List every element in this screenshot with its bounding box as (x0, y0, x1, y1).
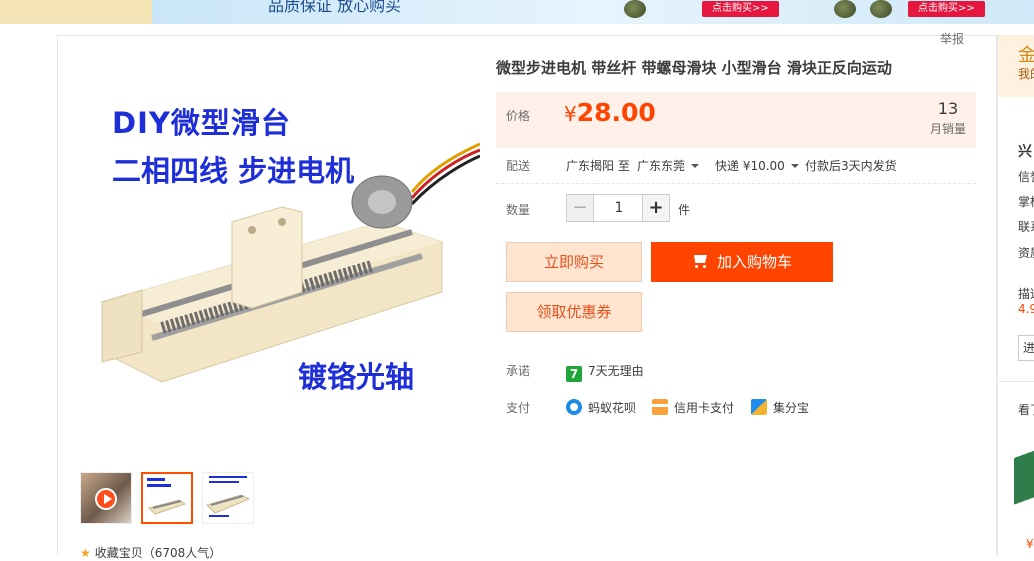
quantity-label: 数量 (506, 203, 531, 217)
banner-buy-button-1[interactable]: 点击购买>> (702, 1, 779, 17)
divider (496, 183, 976, 184)
gold-seller-sub: 我的 (1018, 67, 1034, 81)
sales-label: 月销量 (929, 122, 966, 136)
shop-rating: 4.9 (1018, 302, 1034, 316)
ship-to-select[interactable]: 广东东莞 (637, 157, 700, 174)
promise-7day[interactable]: 7 7天无理由 (566, 362, 644, 382)
chevron-down-icon (790, 164, 799, 168)
shop-sidebar: 金 我的 兴 信誉 掌柜 联系 资质 描述 4.9 进 看了 ¥ (997, 35, 1034, 555)
get-coupon-button[interactable]: 领取优惠券 (506, 292, 642, 332)
cart-icon (692, 255, 709, 269)
also-viewed-title: 看了 (1018, 403, 1034, 417)
thumbnail-1-image (147, 478, 187, 515)
payment-huabei-text: 蚂蚁花呗 (588, 401, 637, 415)
slide-table-illustration (101, 142, 480, 383)
thumbnail-2[interactable] (202, 472, 254, 524)
payment-label: 支付 (506, 401, 531, 415)
jifenbao-icon (751, 399, 767, 415)
top-banner[interactable]: 品质保证 放心购买 点击购买>> 点击购买>> (0, 0, 1034, 24)
add-to-cart-label: 加入购物车 (716, 253, 792, 271)
promise-text: 7天无理由 (588, 364, 644, 378)
play-icon (95, 488, 117, 510)
banner-gold-strip (0, 0, 152, 24)
shop-qualification: 资质 (1018, 246, 1034, 260)
sales-count: 13 (937, 99, 959, 118)
shop-name[interactable]: 兴 (1018, 141, 1032, 161)
chevron-down-icon (691, 164, 700, 168)
main-product-image[interactable]: DIY微型滑台 二相四线 步进电机 镀铬光轴 (82, 52, 480, 460)
product-title: 微型步进电机 带丝杆 带螺母滑块 小型滑台 滑块正反向运动 (496, 59, 892, 77)
seven-day-return-icon: 7 (566, 366, 582, 382)
enter-shop-button[interactable]: 进 (1018, 335, 1034, 361)
price-panel: 价格 ¥28.00 13 月销量 (496, 92, 976, 148)
banner-toy-image-2 (834, 0, 856, 18)
express-text: 快递 ¥10.00 (715, 159, 785, 173)
gold-seller-title: 金 (1018, 41, 1034, 67)
quantity-unit: 件 (678, 203, 691, 217)
thumbnail-1[interactable] (141, 472, 193, 524)
shop-credit: 信誉 (1018, 170, 1034, 184)
shop-desc-label: 描述 (1018, 287, 1034, 301)
report-link[interactable]: 举报 (940, 30, 964, 47)
divider (998, 381, 1034, 382)
banner-toy-image-3 (870, 0, 892, 18)
thumbnail-video[interactable] (80, 472, 132, 524)
express-select[interactable]: 快递 ¥10.00 (715, 157, 799, 174)
payment-jifenbao[interactable]: 集分宝 (751, 399, 809, 416)
buy-now-button[interactable]: 立即购买 (506, 242, 642, 282)
ship-from: 广东揭阳 至 (566, 159, 630, 173)
price-number: 28.00 (576, 98, 656, 127)
ship-to-text: 广东东莞 (637, 159, 686, 173)
payment-huabei[interactable]: 蚂蚁花呗 (566, 399, 636, 416)
payment-card-text: 信用卡支付 (674, 401, 735, 415)
delivery-time: 付款后3天内发货 (805, 159, 897, 173)
image-caption-3: 镀铬光轴 (298, 360, 415, 394)
price-value: ¥28.00 (564, 98, 656, 127)
banner-slogan: 品质保证 放心购买 (268, 0, 402, 15)
thumbnail-2-image (206, 476, 251, 517)
favorite-link[interactable]: ★ 收藏宝贝（6708人气） (80, 544, 221, 561)
banner-toy-image (624, 0, 646, 18)
add-to-cart-button[interactable]: 加入购物车 (651, 242, 833, 282)
quantity-stepper: − + (566, 194, 670, 222)
favorite-text: 收藏宝贝（6708人气） (94, 546, 222, 560)
recommended-price: ¥ (1026, 537, 1034, 551)
promise-label: 承诺 (506, 364, 531, 378)
shop-contact[interactable]: 联系 (1018, 218, 1034, 235)
recommended-product-image[interactable] (1014, 427, 1034, 527)
banner-buy-button-2[interactable]: 点击购买>> (908, 1, 985, 17)
shop-owner: 掌柜 (1018, 195, 1034, 209)
huabei-icon (566, 399, 582, 415)
payment-jfb-text: 集分宝 (773, 401, 810, 415)
star-icon: ★ (80, 546, 91, 560)
payment-credit-card[interactable]: 信用卡支付 (652, 399, 734, 416)
shipping-label: 配送 (506, 159, 531, 173)
credit-card-icon (652, 399, 668, 415)
quantity-input[interactable] (595, 195, 643, 221)
price-label: 价格 (506, 109, 531, 123)
quantity-decrease-button[interactable]: − (567, 195, 594, 221)
quantity-increase-button[interactable]: + (642, 195, 669, 221)
monthly-sales: 13 月销量 (930, 99, 966, 137)
currency-symbol: ¥ (564, 102, 577, 126)
